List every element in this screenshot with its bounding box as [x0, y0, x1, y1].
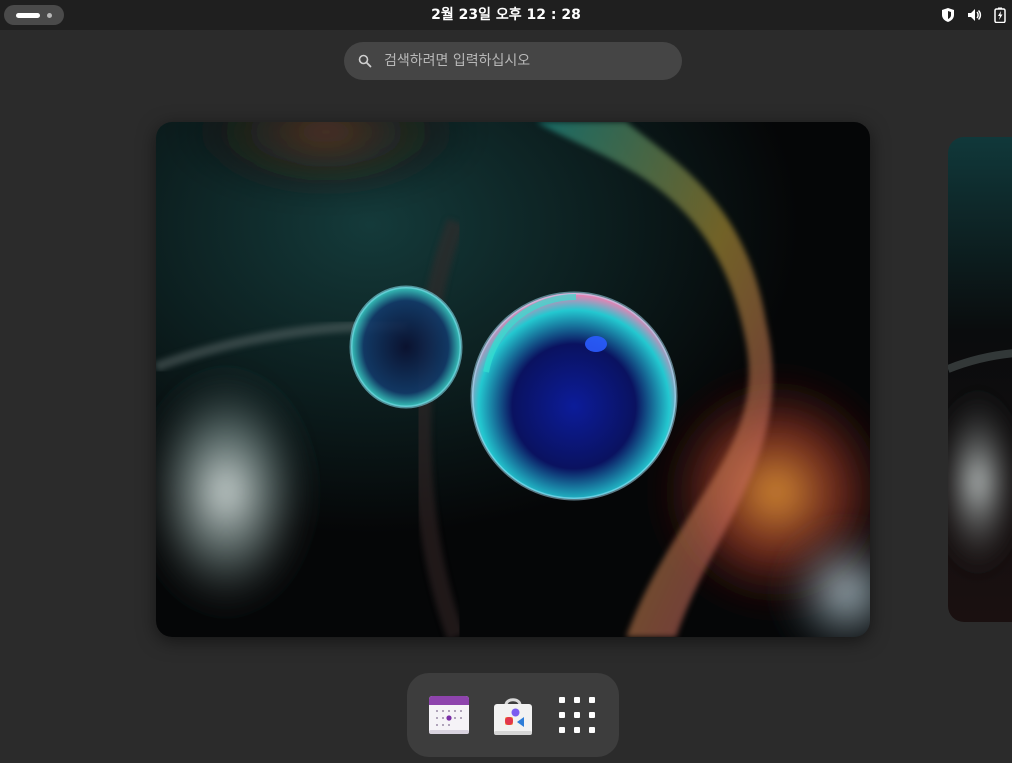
search-placeholder: 검색하려면 입력하십시오 — [384, 53, 531, 69]
dash-item-calendar[interactable] — [427, 693, 471, 737]
bubbles-wallpaper-next — [948, 137, 1012, 622]
dash-item-software[interactable] — [491, 693, 535, 737]
workspace-thumbnail-current[interactable] — [156, 122, 870, 637]
show-apps-grid-icon — [559, 697, 595, 733]
dash-item-show-apps[interactable] — [555, 693, 599, 737]
workspace-thumbnail-next[interactable] — [948, 137, 1012, 622]
volume-icon[interactable] — [966, 7, 982, 23]
search-field[interactable]: 검색하려면 입력하십시오 — [344, 42, 682, 80]
system-status-area[interactable] — [940, 7, 1008, 23]
top-bar: 2월 23일 오후 12 : 28 — [0, 0, 1012, 30]
bubbles-wallpaper — [156, 122, 870, 637]
dash — [407, 673, 619, 757]
software-store-icon — [494, 698, 532, 735]
clock-button[interactable]: 2월 23일 오후 12 : 28 — [0, 0, 1012, 30]
desktop-overview: 2월 23일 오후 12 : 28 검색하려면 입력하십시오 — [0, 0, 1012, 763]
search-icon — [358, 54, 372, 68]
security-shield-icon[interactable] — [940, 7, 956, 23]
calendar-app-icon — [429, 696, 469, 734]
battery-icon[interactable] — [992, 7, 1008, 23]
